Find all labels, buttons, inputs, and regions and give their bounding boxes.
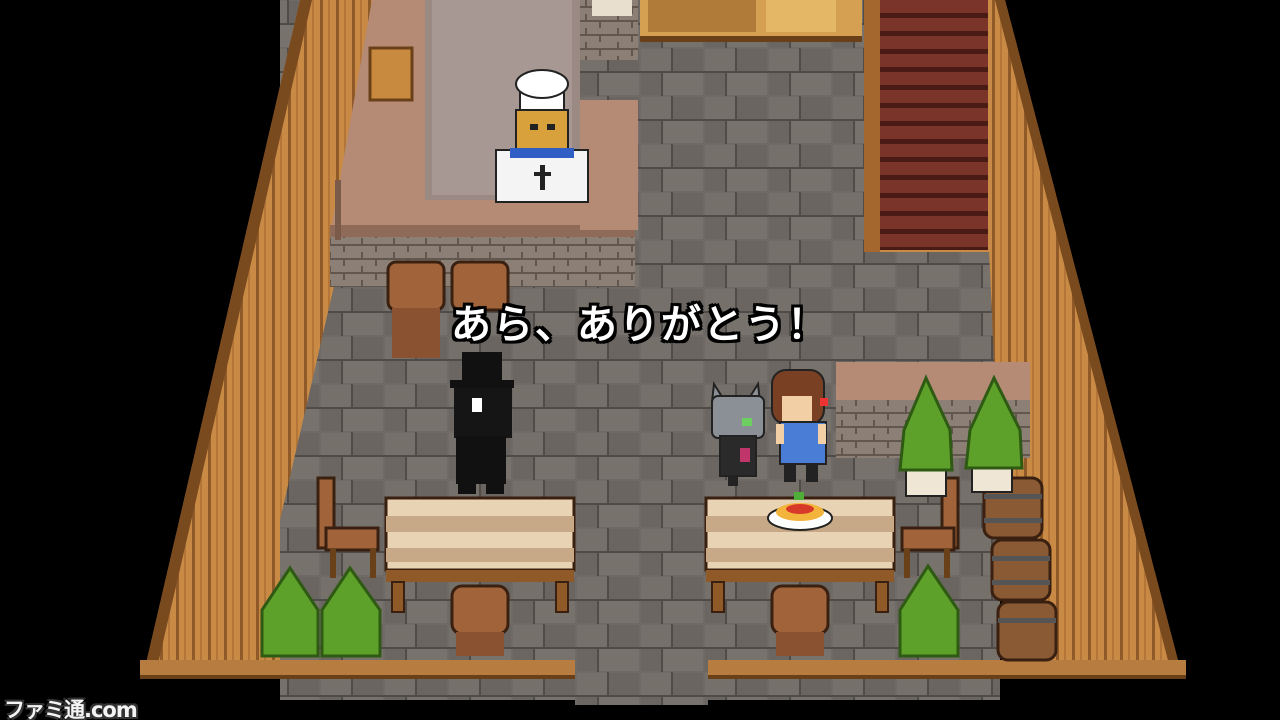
staircase[interactable] (864, 0, 990, 252)
cutting-board (368, 46, 414, 102)
chair-front-left[interactable] (450, 584, 510, 656)
restaurant-room (140, 0, 1186, 705)
game-scene: あら、ありがとう！ ファミ通.com (0, 0, 1280, 720)
chair-front-right[interactable] (770, 584, 830, 656)
watermark-logo: ファミ通.com (4, 698, 138, 720)
doorway[interactable] (575, 660, 708, 705)
dialogue-text: あら、ありがとう！ (451, 302, 829, 348)
gray-cat-character[interactable] (710, 381, 765, 486)
